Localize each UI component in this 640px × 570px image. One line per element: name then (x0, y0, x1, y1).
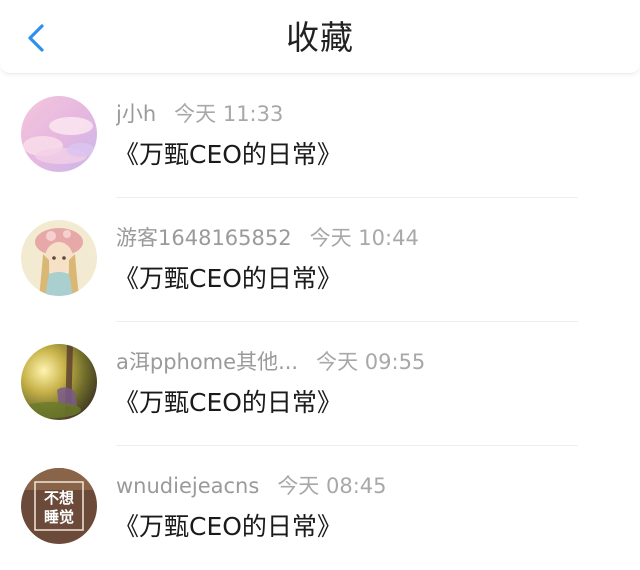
item-meta: j小h 今天 11:33 (116, 100, 283, 128)
item-meta: 游客1648165852 今天 10:44 (116, 224, 419, 252)
forest-sunlight-avatar (21, 344, 97, 420)
timestamp: 今天 09:55 (316, 350, 426, 374)
list-item[interactable]: j小h 今天 11:33 《万甄CEO的日常》 (0, 74, 640, 198)
username[interactable]: 游客1648165852 (116, 224, 292, 252)
avatar[interactable] (21, 96, 97, 172)
top-nav-bar: 收藏 (0, 0, 640, 74)
item-content[interactable]: 《万甄CEO的日常》 (114, 386, 342, 420)
timestamp: 今天 08:45 (277, 474, 387, 498)
favorites-list: j小h 今天 11:33 《万甄CEO的日常》 游客1648165852 今天 10… (0, 74, 640, 570)
username[interactable]: a洱pphome其他... (116, 348, 298, 376)
list-item[interactable]: 不想 睡觉 wnudiejeacns 今天 08:45 《万甄CEO的日常》 (0, 446, 640, 570)
item-meta: wnudiejeacns 今天 08:45 (116, 472, 387, 500)
anime-girl-avatar (21, 220, 97, 296)
svg-text:不想: 不想 (44, 489, 74, 507)
item-meta: a洱pphome其他... 今天 09:55 (116, 348, 425, 376)
username[interactable]: j小h (116, 100, 156, 128)
page-title: 收藏 (286, 18, 354, 57)
item-content[interactable]: 《万甄CEO的日常》 (114, 262, 342, 296)
text-avatar: 不想 睡觉 (21, 468, 97, 544)
item-content[interactable]: 《万甄CEO的日常》 (114, 510, 342, 544)
timestamp: 今天 10:44 (309, 226, 419, 250)
pink-clouds-avatar (21, 96, 97, 172)
timestamp: 今天 11:33 (174, 102, 284, 126)
username[interactable]: wnudiejeacns (116, 472, 259, 500)
avatar[interactable] (21, 344, 97, 420)
list-item[interactable]: 游客1648165852 今天 10:44 《万甄CEO的日常》 (0, 198, 640, 322)
list-item[interactable]: a洱pphome其他... 今天 09:55 《万甄CEO的日常》 (0, 322, 640, 446)
svg-text:睡觉: 睡觉 (44, 508, 74, 526)
avatar[interactable] (21, 220, 97, 296)
avatar[interactable]: 不想 睡觉 (21, 468, 97, 544)
item-content[interactable]: 《万甄CEO的日常》 (114, 138, 342, 172)
